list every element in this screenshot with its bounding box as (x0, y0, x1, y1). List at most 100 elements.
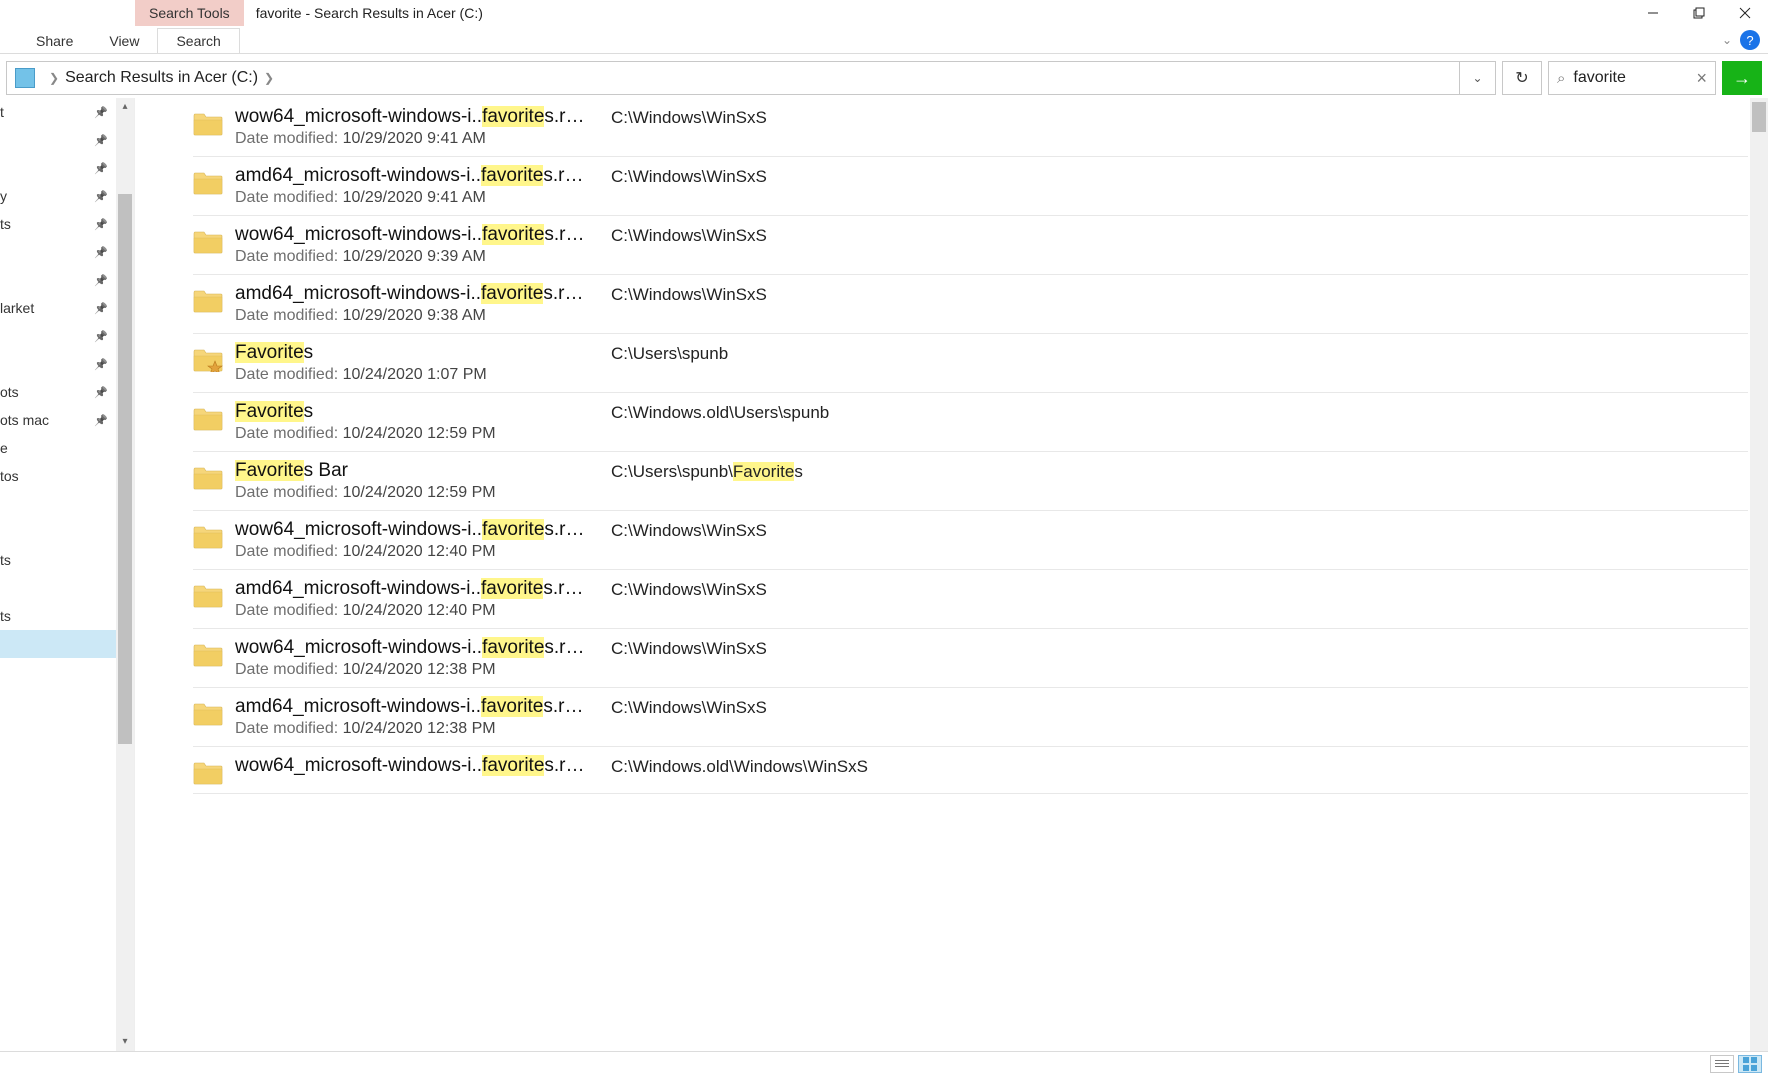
result-path: C:\Users\spunb (585, 342, 728, 364)
breadcrumb[interactable]: Search Results in Acer (C:) (65, 69, 258, 87)
chevron-right-icon[interactable]: ❯ (258, 71, 280, 85)
sidebar-item[interactable]: ts (0, 602, 116, 630)
result-date-modified: Date modified: 10/24/2020 12:38 PM (235, 661, 585, 679)
pin-icon: 📌 (94, 358, 108, 371)
pin-icon: 📌 (94, 414, 108, 427)
result-row[interactable]: wow64_microsoft-windows-i..favorites.res… (193, 216, 1748, 275)
scroll-up-icon[interactable]: ▴ (116, 98, 134, 116)
result-filename: wow64_microsoft-windows-i..favorites.res… (235, 519, 585, 541)
result-date-modified: Date modified: 10/24/2020 1:07 PM (235, 366, 585, 384)
search-icon: ⌕ (1557, 70, 1565, 87)
pin-icon: 📌 (94, 246, 108, 259)
sidebar-item[interactable]: e (0, 434, 116, 462)
result-path: C:\Windows\WinSxS (585, 283, 767, 305)
pin-icon: 📌 (94, 190, 108, 203)
view-tiles-button[interactable] (1738, 1055, 1762, 1073)
result-row[interactable]: amd64_microsoft-windows-i..favorites.res… (193, 275, 1748, 334)
sidebar-item[interactable]: ots📌 (0, 378, 116, 406)
sidebar-item[interactable]: y📌 (0, 182, 116, 210)
sidebar-item[interactable]: 📌 (0, 350, 116, 378)
sidebar-item[interactable] (0, 574, 116, 602)
chevron-right-icon[interactable]: ❯ (43, 71, 65, 85)
result-row[interactable]: wow64_microsoft-windows-i..favorites.res… (193, 629, 1748, 688)
result-path: C:\Windows\WinSxS (585, 165, 767, 187)
address-bar[interactable]: ❯ Search Results in Acer (C:) ❯ ⌄ (6, 61, 1496, 95)
result-path: C:\Windows\WinSxS (585, 224, 767, 246)
result-row[interactable]: wow64_microsoft-windows-i..favorites.res… (193, 747, 1748, 794)
maximize-button[interactable] (1676, 0, 1722, 26)
result-row[interactable]: FavoritesDate modified: 10/24/2020 12:59… (193, 393, 1748, 452)
result-path: C:\Windows\WinSxS (585, 519, 767, 541)
results-scrollbar[interactable] (1750, 98, 1768, 1051)
sidebar-item[interactable]: ots mac 📌 (0, 406, 116, 434)
result-path: C:\Windows\WinSxS (585, 578, 767, 600)
result-row[interactable]: wow64_microsoft-windows-i..favorites.res… (193, 511, 1748, 570)
sidebar-item[interactable]: ts (0, 546, 116, 574)
result-row[interactable]: Favorites Date modified: 10/24/2020 1:07 … (193, 334, 1748, 393)
result-filename: Favorites (235, 342, 585, 364)
sidebar-item[interactable]: 📌 (0, 322, 116, 350)
folder-icon (193, 287, 223, 313)
scroll-thumb[interactable] (118, 194, 132, 744)
sidebar-item-label: ts (0, 608, 108, 624)
sidebar-item[interactable]: 📌 (0, 266, 116, 294)
minimize-button[interactable] (1630, 0, 1676, 26)
tab-view[interactable]: View (91, 29, 157, 53)
result-row[interactable]: amd64_microsoft-windows-i..favorites.res… (193, 688, 1748, 747)
result-filename: wow64_microsoft-windows-i..favorites.res… (235, 106, 585, 128)
search-go-button[interactable]: → (1722, 61, 1762, 95)
sidebar-item[interactable] (0, 518, 116, 546)
search-input[interactable]: ⌕ favorite × (1548, 61, 1716, 95)
search-tools-tab-header[interactable]: Search Tools (135, 0, 244, 26)
clear-search-icon[interactable]: × (1696, 68, 1707, 89)
result-date-modified: Date modified: 10/24/2020 12:59 PM (235, 484, 585, 502)
folder-icon (193, 582, 223, 608)
sidebar-item[interactable]: tos (0, 462, 116, 490)
sidebar-item[interactable]: t📌 (0, 98, 116, 126)
result-row[interactable]: amd64_microsoft-windows-i..favorites.res… (193, 570, 1748, 629)
result-filename: wow64_microsoft-windows-i..favorites.res… (235, 637, 585, 659)
result-date-modified: Date modified: 10/24/2020 12:59 PM (235, 425, 585, 443)
folder-icon (193, 523, 223, 549)
navigation-pane[interactable]: t📌📌📌y📌ts📌📌📌larket📌📌📌ots📌ots mac📌etoststs… (0, 98, 135, 1051)
result-row[interactable]: amd64_microsoft-windows-i..favorites.res… (193, 157, 1748, 216)
result-date-modified: Date modified: 10/29/2020 9:39 AM (235, 248, 585, 266)
result-row[interactable]: wow64_microsoft-windows-i..favorites.res… (193, 98, 1748, 157)
sidebar-item[interactable]: 📌 (0, 126, 116, 154)
pin-icon: 📌 (94, 386, 108, 399)
sidebar-item-label: ts (0, 216, 88, 232)
sidebar-item[interactable]: ts📌 (0, 210, 116, 238)
folder-icon (193, 464, 223, 490)
sidebar-item[interactable] (0, 490, 116, 518)
nav-scrollbar[interactable]: ▴ ▾ (116, 98, 134, 1051)
search-results-list[interactable]: wow64_microsoft-windows-i..favorites.res… (135, 98, 1768, 1051)
refresh-button[interactable]: ↻ (1502, 61, 1542, 95)
sidebar-item[interactable]: larket📌 (0, 294, 116, 322)
folder-icon (193, 110, 223, 136)
scroll-down-icon[interactable]: ▾ (116, 1033, 134, 1051)
scroll-thumb[interactable] (1752, 102, 1766, 132)
sidebar-item[interactable]: 📌 (0, 154, 116, 182)
address-dropdown-icon[interactable]: ⌄ (1459, 62, 1495, 94)
sidebar-item-label: y (0, 188, 88, 204)
view-details-button[interactable] (1710, 1055, 1734, 1073)
sidebar-item-selected[interactable] (0, 630, 116, 658)
help-icon[interactable]: ? (1740, 30, 1760, 50)
location-icon (15, 68, 35, 88)
tab-share[interactable]: Share (18, 29, 91, 53)
result-filename: wow64_microsoft-windows-i..favorites.res… (235, 755, 585, 777)
result-filename: Favorites Bar (235, 460, 585, 482)
sidebar-item-label: ots mac (0, 412, 88, 428)
status-bar (0, 1051, 1768, 1075)
ribbon-expand-icon[interactable]: ⌄ (1722, 33, 1732, 47)
sidebar-item[interactable]: 📌 (0, 238, 116, 266)
result-row[interactable]: Favorites Bar Date modified: 10/24/2020 1… (193, 452, 1748, 511)
result-path: C:\Users\spunb\Favorites (585, 460, 803, 482)
result-filename: amd64_microsoft-windows-i..favorites.res… (235, 578, 585, 600)
pin-icon: 📌 (94, 330, 108, 343)
result-date-modified: Date modified: 10/24/2020 12:40 PM (235, 602, 585, 620)
folder-icon (193, 759, 223, 785)
tab-search[interactable]: Search (157, 28, 239, 53)
result-filename: amd64_microsoft-windows-i..favorites.res… (235, 696, 585, 718)
close-button[interactable] (1722, 0, 1768, 26)
